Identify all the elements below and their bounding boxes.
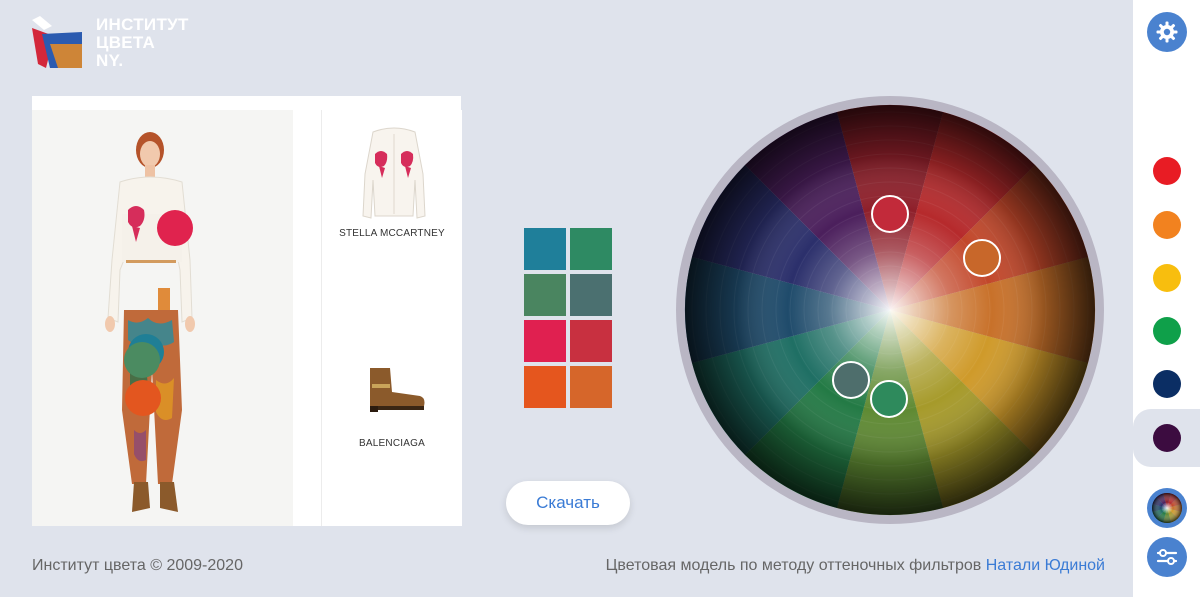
color-wheel-icon <box>1152 493 1182 523</box>
product-brand-label: STELLA MCCARTNEY <box>339 228 445 239</box>
filters-button[interactable] <box>1147 537 1187 577</box>
wheel-color-marker[interactable] <box>963 239 1001 277</box>
sidebar-color-purple[interactable] <box>1153 424 1181 452</box>
gear-icon <box>1156 21 1178 43</box>
sidebar-color-yellow[interactable] <box>1153 264 1181 292</box>
products-list: STELLA MCCARTNEY BALENCIAGA <box>321 110 462 526</box>
sidebar-color-navy[interactable] <box>1153 370 1181 398</box>
model-marker-green[interactable] <box>124 342 160 378</box>
method-text: Цветовая модель по методу оттеночных фил… <box>605 557 982 574</box>
logo-text: ИНСТИТУТ ЦВЕТА NY. <box>96 16 189 70</box>
palette-swatch[interactable] <box>524 274 566 316</box>
color-wheel-button[interactable] <box>1147 488 1187 528</box>
sidebar-color-red[interactable] <box>1153 157 1181 185</box>
author-link[interactable]: Натали Юдиной <box>986 557 1105 574</box>
logo-line-3: NY. <box>96 51 124 70</box>
palette-swatch[interactable] <box>524 228 566 270</box>
palette-swatch[interactable] <box>524 320 566 362</box>
logo-mark-icon <box>32 16 82 68</box>
logo-line-1: ИНСТИТУТ <box>96 15 189 34</box>
palette-swatch[interactable] <box>570 320 612 362</box>
main-area: ИНСТИТУТ ЦВЕТА NY. STELLA MCCARTNEY BALE… <box>0 0 1133 597</box>
model-marker-top[interactable] <box>157 210 193 246</box>
wheel-color-marker[interactable] <box>871 195 909 233</box>
model-figure-image <box>105 132 195 512</box>
download-label: Скачать <box>536 493 600 512</box>
palette-swatch[interactable] <box>570 228 612 270</box>
product-item-blouse[interactable]: STELLA MCCARTNEY <box>322 110 462 310</box>
wheel-color-marker[interactable] <box>832 361 870 399</box>
model-marker-orange[interactable] <box>125 380 161 416</box>
logo[interactable]: ИНСТИТУТ ЦВЕТА NY. <box>30 14 230 74</box>
wheel-color-marker[interactable] <box>870 380 908 418</box>
product-item-boots[interactable]: BALENCIAGA <box>322 320 462 520</box>
copyright: Институт цвета © 2009-2020 <box>32 557 243 574</box>
palette-swatch[interactable] <box>524 366 566 408</box>
look-panel: STELLA MCCARTNEY BALENCIAGA <box>32 96 462 526</box>
sidebar-color-orange[interactable] <box>1153 211 1181 239</box>
model-photo <box>32 110 293 526</box>
palette-swatch[interactable] <box>570 366 612 408</box>
method-credit: Цветовая модель по методу оттеночных фил… <box>606 557 1105 575</box>
boots-thumbnail-icon <box>370 368 425 412</box>
blouse-thumbnail-icon <box>362 127 426 219</box>
sidebar-color-green[interactable] <box>1153 317 1181 345</box>
sliders-icon <box>1156 549 1178 565</box>
color-wheel[interactable] <box>676 96 1104 524</box>
settings-button[interactable] <box>1147 12 1187 52</box>
product-brand-label: BALENCIAGA <box>359 438 425 449</box>
logo-line-2: ЦВЕТА <box>96 33 156 52</box>
download-button[interactable]: Скачать <box>506 481 630 525</box>
palette-swatch[interactable] <box>570 274 612 316</box>
